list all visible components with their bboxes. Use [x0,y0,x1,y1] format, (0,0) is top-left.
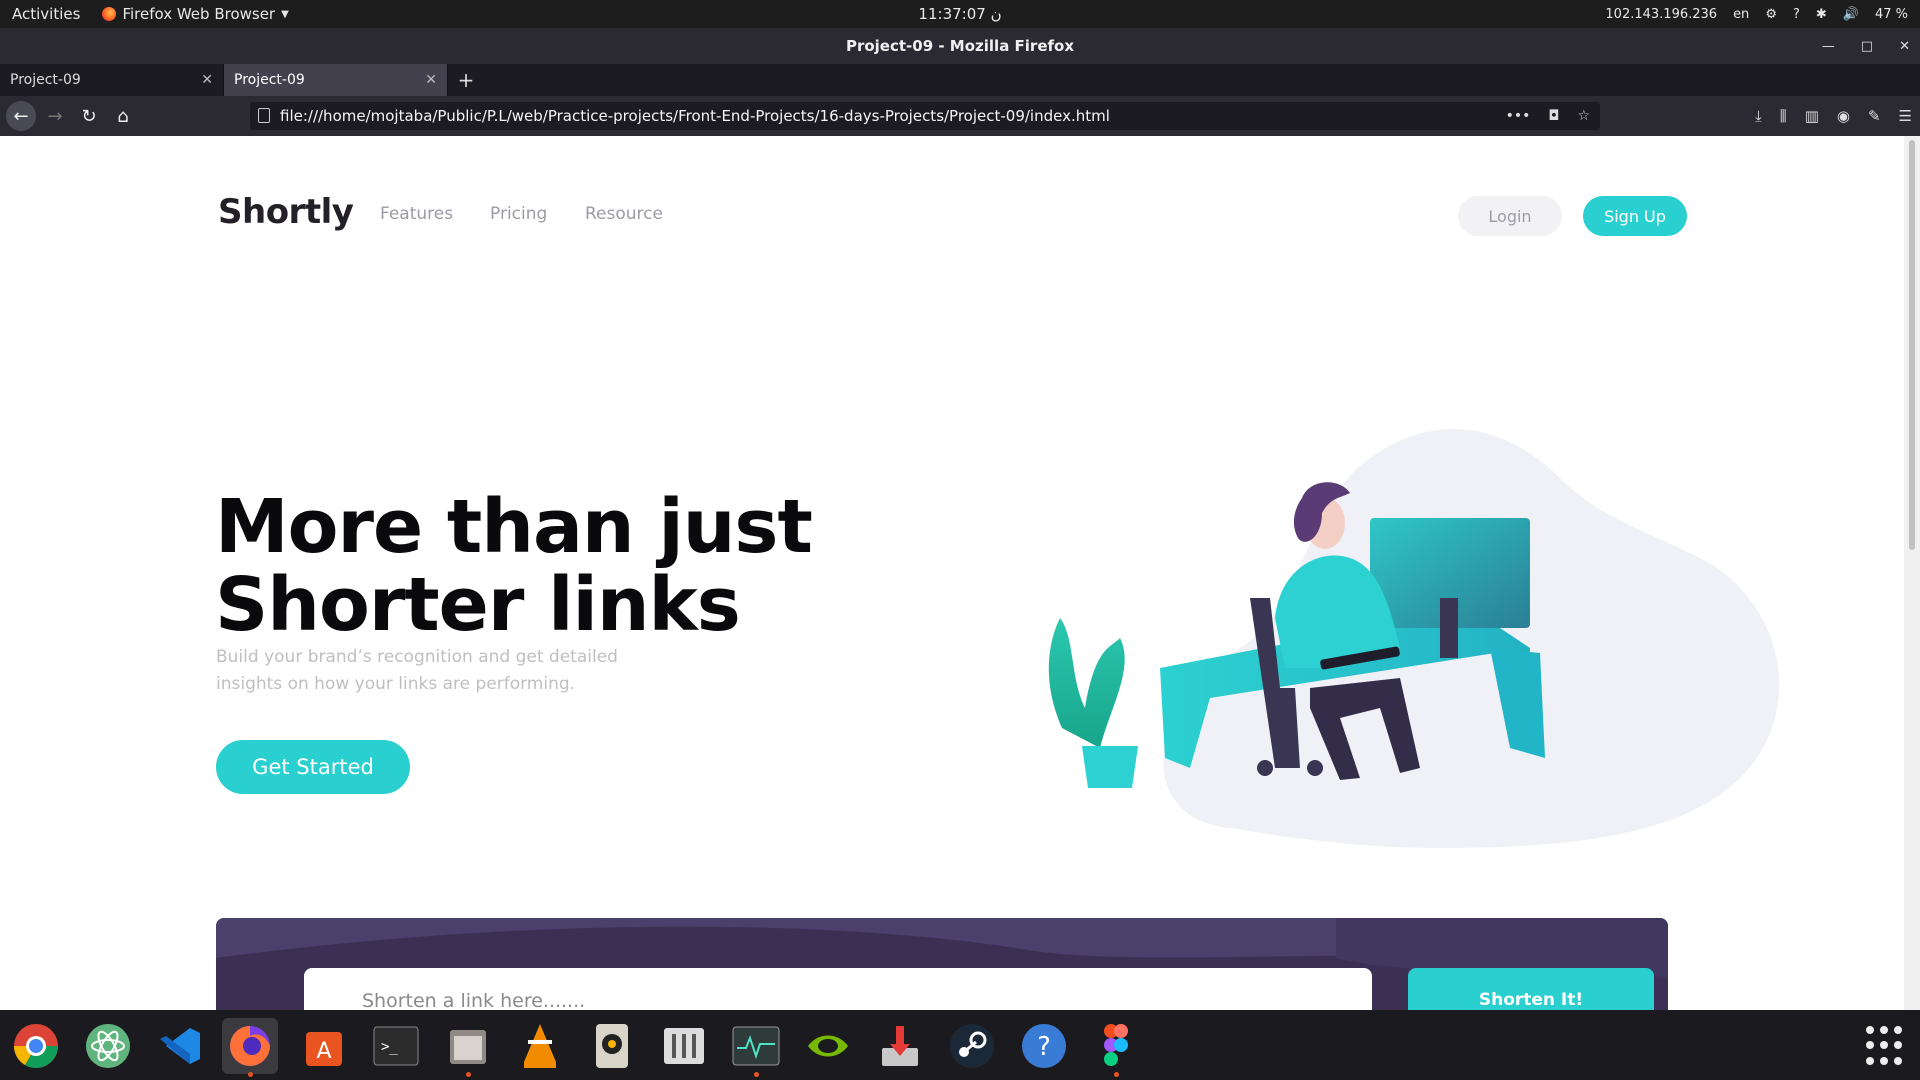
activities-button[interactable]: Activities [12,5,80,23]
page-viewport: Shortly Features Pricing Resource Login … [0,136,1904,1010]
plant-leaves [1048,618,1125,748]
chrome-icon[interactable] [8,1018,64,1074]
firefox-icon [102,7,117,21]
window-titlebar: Project-09 - Mozilla Firefox — □ ✕ [0,28,1920,64]
signup-button[interactable]: Sign Up [1583,196,1687,236]
tab-strip: Project-09 ✕ Project-09 ✕ + [0,64,1920,96]
minimize-icon[interactable]: — [1822,39,1835,54]
shorten-section: Shorten a link here....... Shorten It! [216,918,1668,1010]
vlc-icon[interactable] [512,1018,568,1074]
running-indicator [248,1072,253,1077]
ip-address: 102.143.196.236 [1605,6,1718,22]
volume-icon[interactable]: 🔊 [1843,7,1859,22]
app-menu-label: Firefox Web Browser [122,5,276,23]
hero-subtitle-line: Build your brand’s recognition and get d… [216,647,618,667]
page-scrollbar[interactable] [1904,136,1920,1010]
mixer-icon[interactable] [656,1018,712,1074]
language-indicator[interactable]: en [1733,7,1749,22]
network-icon[interactable]: ⚙ [1765,7,1777,22]
system-monitor-icon[interactable] [728,1018,784,1077]
tab-project-09-active[interactable]: Project-09 ✕ [224,64,448,96]
terminal-icon[interactable]: >_ [368,1018,424,1074]
extension-icon[interactable]: ✎ [1868,107,1881,125]
menu-icon[interactable]: ☰ [1899,107,1912,125]
hero-title: More than just Shorter links [215,488,935,644]
new-tab-button[interactable]: + [448,64,484,96]
window-title: Project-09 - Mozilla Firefox [845,37,1075,55]
steam-icon[interactable] [944,1018,1000,1074]
svg-text:A: A [316,1039,331,1064]
close-icon[interactable]: ✕ [1899,39,1910,54]
tab-label: Project-09 [234,72,305,88]
library-icon[interactable]: ⫼ [1780,107,1787,125]
nav-link-pricing[interactable]: Pricing [490,204,547,224]
running-indicator [754,1072,759,1077]
maximize-icon[interactable]: □ [1861,39,1873,54]
svg-text:>_: >_ [381,1039,398,1055]
more-actions-icon[interactable]: ••• [1506,108,1531,124]
monitor-stand [1440,598,1458,658]
close-tab-icon[interactable]: ✕ [425,72,437,88]
bookmark-star-icon[interactable]: ☆ [1577,108,1590,124]
installer-icon[interactable] [872,1018,928,1074]
home-button[interactable]: ⌂ [108,101,138,131]
running-indicator [466,1072,471,1077]
help-icon[interactable]: ? [1793,7,1800,22]
chair-wheel [1257,760,1273,776]
plant-pot [1082,746,1138,788]
tab-project-09[interactable]: Project-09 ✕ [0,64,224,96]
close-tab-icon[interactable]: ✕ [201,72,213,88]
rhythmbox-icon[interactable] [584,1018,640,1074]
get-started-button[interactable]: Get Started [216,740,410,794]
chair-wheel [1307,760,1323,776]
software-center-icon[interactable]: A [296,1018,352,1074]
hero-subtitle: Build your brand’s recognition and get d… [216,644,636,698]
hero-subtitle-line: insights on how your links are performin… [216,674,576,694]
ubuntu-dock: A >_ ? [0,1010,1920,1080]
nvidia-icon[interactable] [800,1018,856,1074]
downloads-icon[interactable]: ⤓ [1755,107,1762,125]
bluetooth-icon[interactable]: ✱ [1816,7,1827,22]
back-button[interactable]: ← [6,101,36,131]
login-button[interactable]: Login [1458,196,1562,236]
firefox-icon[interactable] [222,1018,278,1077]
clock[interactable]: 11:37:07 ن [918,5,1001,23]
running-indicator [1114,1072,1119,1077]
navigation-toolbar: ← → ↻ ⌂ file:///home/mojtaba/Public/P.L/… [0,96,1920,136]
site-logo[interactable]: Shortly [218,192,354,232]
url-bar[interactable]: file:///home/mojtaba/Public/P.L/web/Prac… [250,102,1600,130]
forward-button[interactable]: → [40,101,70,131]
shorten-link-input[interactable]: Shorten a link here....... [304,968,1372,1010]
url-text[interactable]: file:///home/mojtaba/Public/P.L/web/Prac… [280,107,1110,125]
tab-label: Project-09 [10,72,81,88]
hero-title-line: More than just [215,484,813,570]
working-person-illustration [1048,429,1780,848]
svg-text:?: ? [1037,1032,1051,1062]
system-tray[interactable]: 102.143.196.236 en ⚙ ? ✱ 🔊 47 % [1605,7,1908,22]
vscode-icon[interactable] [152,1018,208,1074]
shorten-it-button[interactable]: Shorten It! [1408,968,1654,1010]
account-icon[interactable]: ◉ [1837,107,1850,125]
figma-icon[interactable] [1088,1018,1144,1077]
scrollbar-thumb[interactable] [1909,140,1915,550]
nav-link-features[interactable]: Features [380,204,453,224]
chevron-down-icon: ▼ [281,8,289,20]
sidebar-icon[interactable]: ▥ [1805,107,1819,125]
show-applications-icon[interactable] [1866,1026,1906,1066]
help-icon[interactable]: ? [1016,1018,1072,1074]
pocket-icon[interactable]: ◘ [1548,108,1559,124]
atom-icon[interactable] [80,1018,136,1074]
app-menu[interactable]: Firefox Web Browser ▼ [102,5,289,23]
files-icon[interactable] [440,1018,496,1077]
hero-title-line: Shorter links [215,562,741,648]
battery-indicator[interactable]: 47 % [1875,7,1908,22]
system-top-bar: Activities Firefox Web Browser ▼ 11:37:0… [0,0,1920,28]
page-icon [258,108,270,123]
reload-button[interactable]: ↻ [74,101,104,131]
nav-link-resource[interactable]: Resource [585,204,663,224]
